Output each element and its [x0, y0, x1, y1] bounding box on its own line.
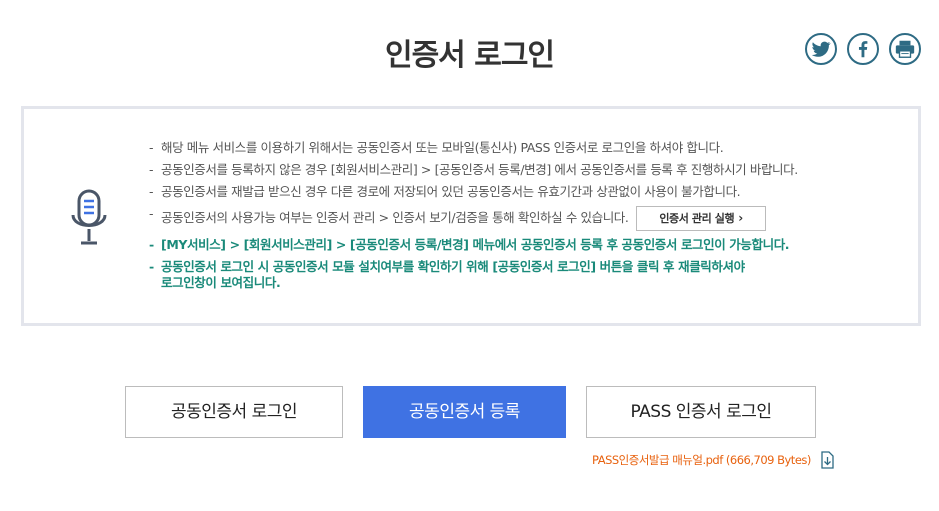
- print-button[interactable]: [889, 33, 921, 65]
- notice-item-highlight-line: 로그인창이 보여집니다.: [161, 275, 281, 290]
- twitter-icon: [811, 41, 831, 57]
- download-icon[interactable]: [819, 451, 835, 469]
- cert-login-button[interactable]: 공동인증서 로그인: [125, 386, 343, 438]
- notice-item: 공동인증서의 사용가능 여부는 인증서 관리 > 인증서 보기/검증을 통해 확…: [149, 206, 889, 231]
- notice-item-highlight: 공동인증서 로그인 시 공동인증서 모듈 설치여부를 확인하기 위해 [공동인증…: [149, 259, 889, 291]
- facebook-share-button[interactable]: [847, 33, 879, 65]
- notice-item-text: 공동인증서의 사용가능 여부는 인증서 관리 > 인증서 보기/검증을 통해 확…: [161, 210, 629, 225]
- notice-item-highlight: [MY서비스] > [회원서비스관리] > [공동인증서 등록/변경] 메뉴에서…: [149, 237, 889, 253]
- cert-register-button[interactable]: 공동인증서 등록: [363, 386, 566, 438]
- manual-download-link[interactable]: PASS인증서발급 매뉴얼.pdf (666,709 Bytes): [592, 452, 811, 468]
- notice-item: 해당 메뉴 서비스를 이용하기 위해서는 공동인증서 또는 모바일(통신사) P…: [149, 140, 889, 156]
- cert-manage-button[interactable]: 인증서 관리 실행 ›: [636, 206, 767, 231]
- pass-login-button[interactable]: PASS 인증서 로그인: [586, 386, 816, 438]
- share-toolbar: [805, 33, 921, 65]
- notice-box: 해당 메뉴 서비스를 이용하기 위해서는 공동인증서 또는 모바일(통신사) P…: [21, 106, 921, 326]
- notice-list: 해당 메뉴 서비스를 이용하기 위해서는 공동인증서 또는 모바일(통신사) P…: [149, 140, 889, 291]
- cert-manage-button-label: 인증서 관리 실행: [659, 212, 735, 225]
- chevron-right-icon: ›: [738, 211, 743, 225]
- twitter-share-button[interactable]: [805, 33, 837, 65]
- microphone-icon: [71, 189, 107, 245]
- notice-item: 공동인증서를 등록하지 않은 경우 [회원서비스관리] > [공동인증서 등록/…: [149, 162, 889, 178]
- notice-item: 공동인증서를 재발급 받으신 경우 다른 경로에 저장되어 있던 공동인증서는 …: [149, 184, 889, 200]
- page-title: 인증서 로그인: [384, 38, 555, 73]
- manual-download: PASS인증서발급 매뉴얼.pdf (666,709 Bytes): [592, 451, 835, 469]
- print-icon: [895, 40, 915, 58]
- facebook-icon: [858, 41, 868, 58]
- notice-item-highlight-line: 공동인증서 로그인 시 공동인증서 모듈 설치여부를 확인하기 위해 [공동인증…: [161, 259, 745, 274]
